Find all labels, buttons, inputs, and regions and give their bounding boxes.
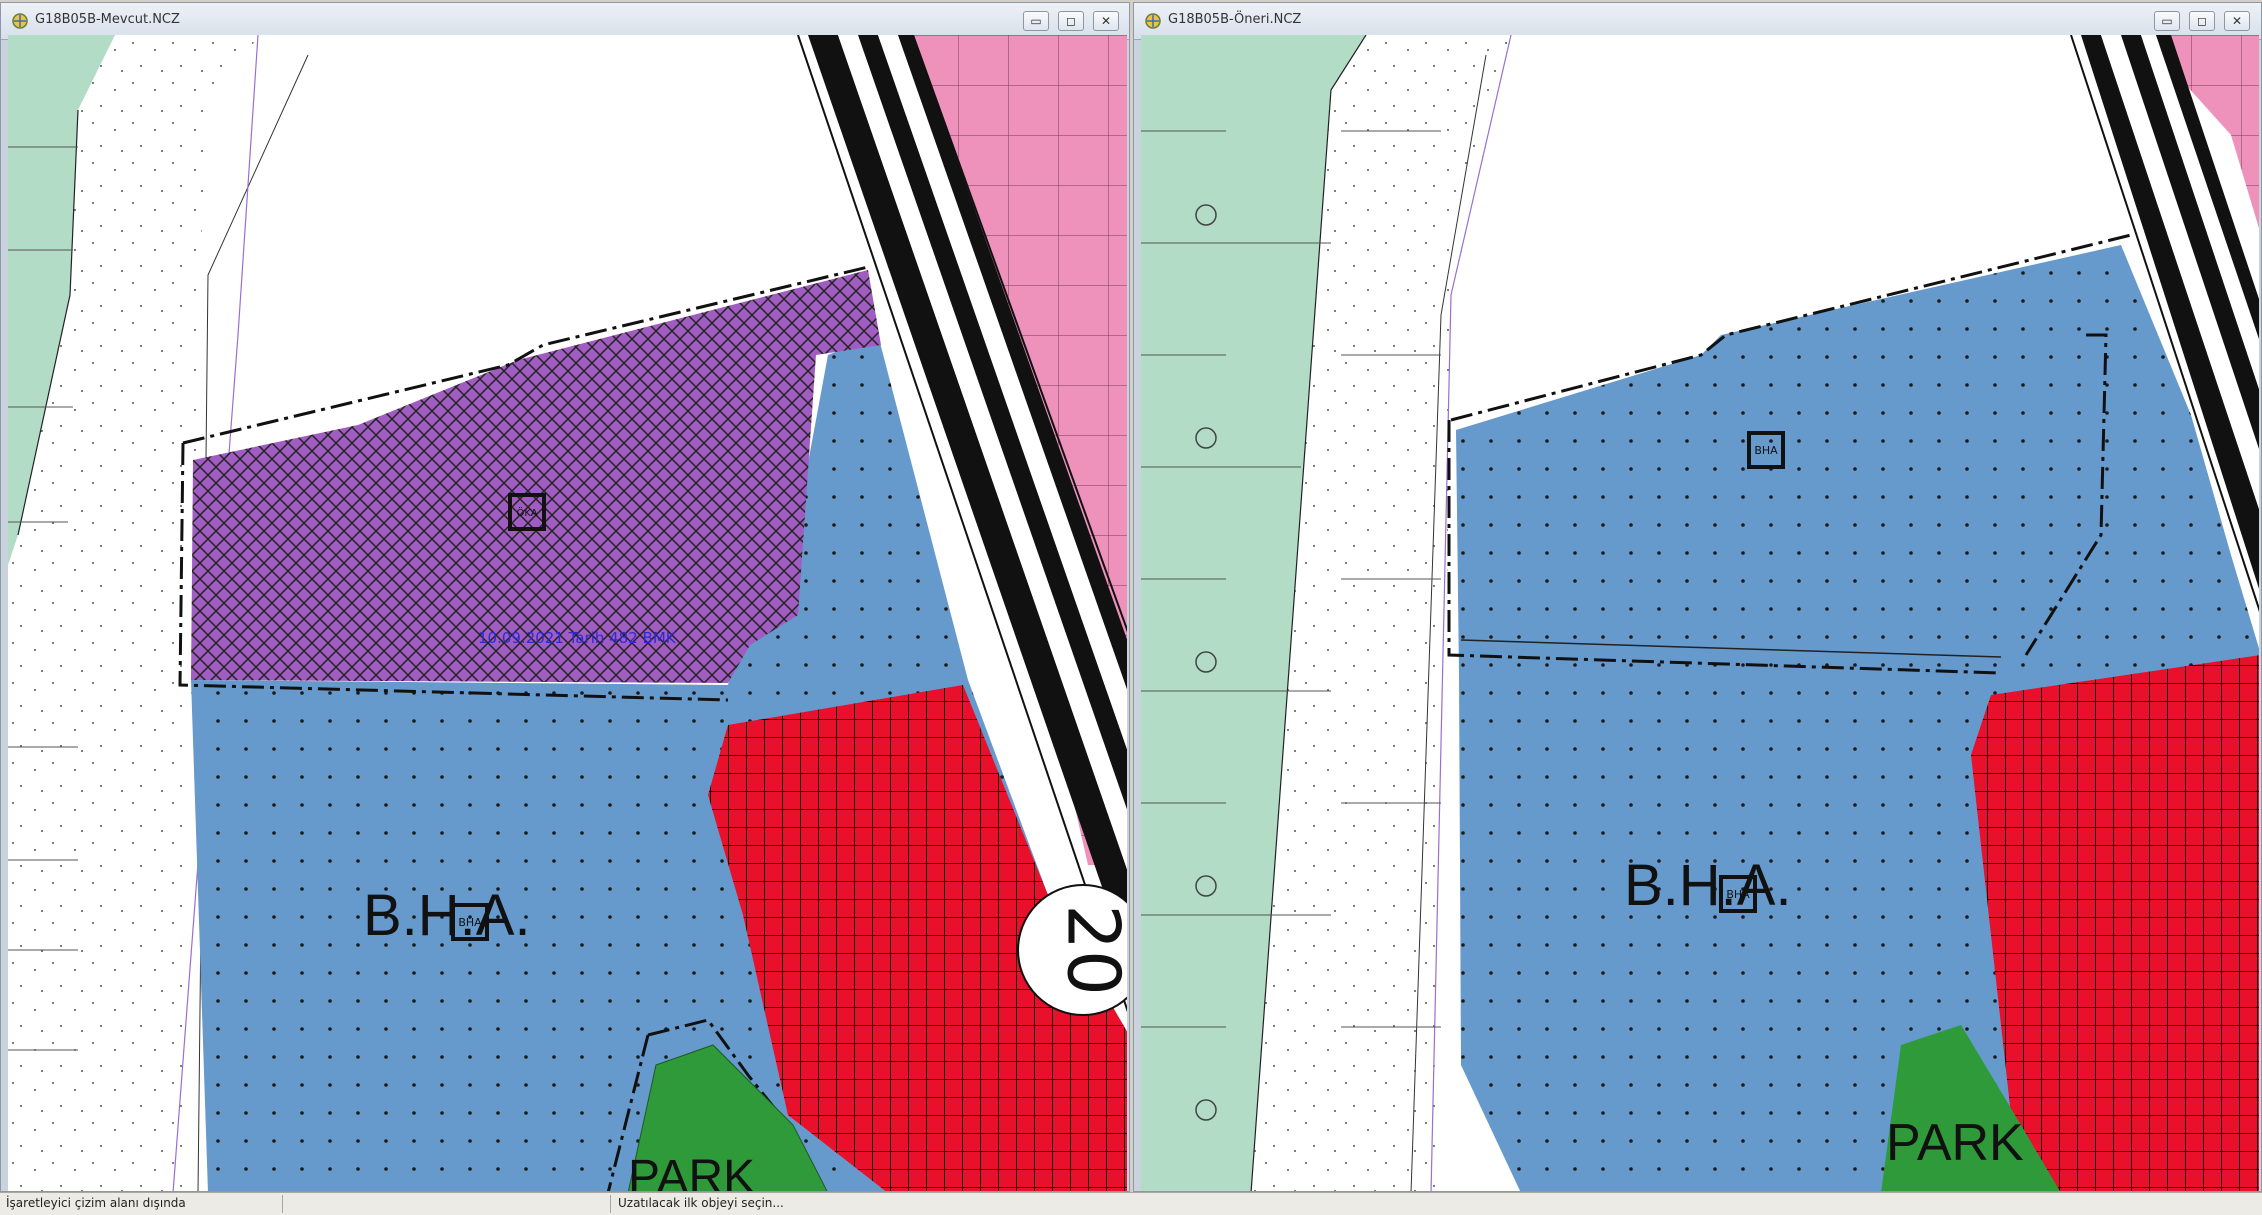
status-left-text: İşaretleyici çizim alanı dışında [6,1196,186,1210]
road-number-label: 20 [1051,904,1127,996]
zone-label-bha: B.H.A. [363,883,531,948]
left-minimize-button[interactable]: ▭ [1023,11,1049,31]
netcad-app-icon [12,13,28,29]
left-maximize-button[interactable]: ◻ [1058,11,1084,31]
left-close-button[interactable]: ✕ [1093,11,1119,31]
right-window-title: G18B05B-Öneri.NCZ [1168,12,1302,27]
status-separator [282,1195,283,1213]
park-label: PARK [1886,1114,2024,1172]
bha-symbol-text: BHA [1726,888,1750,901]
annotation-text: 10.09.2021 Tarih 482 BMK [478,629,677,647]
left-drawing-canvas[interactable]: 20 B.H.A. BHA ÖKA 10.09.2021 Tarih 482 B… [8,35,1127,1191]
left-map-window[interactable]: G18B05B-Mevcut.NCZ ▭ ◻ ✕ 20 B.H.A. BHA Ö… [0,2,1130,1192]
right-minimize-button[interactable]: ▭ [2154,11,2180,31]
hatched-symbol-text: ÖKA [516,506,537,519]
right-maximize-button[interactable]: ◻ [2189,11,2215,31]
red-zone[interactable] [1971,655,2259,1191]
right-map-window[interactable]: G18B05B-Öneri.NCZ ▭ ◻ ✕ BHA B.H.A. BHA P… [1133,2,2262,1192]
right-plan-map: BHA B.H.A. BHA PARK [1141,35,2259,1191]
right-close-button[interactable]: ✕ [2224,11,2250,31]
top-bha-symbol-text: BHA [1754,444,1778,457]
status-separator [610,1195,611,1213]
park-label: PARK [628,1151,755,1191]
status-right-text: Uzatılacak ilk objeyi seçin... [618,1196,784,1210]
left-plan-map: 20 B.H.A. BHA ÖKA 10.09.2021 Tarih 482 B… [8,35,1127,1191]
purple-hatched-zone[interactable] [191,270,881,683]
bha-symbol-text: BHA [458,916,482,929]
zone-label-bha: B.H.A. [1624,853,1792,918]
status-bar: İşaretleyici çizim alanı dışında Uzatıla… [0,1192,2262,1215]
netcad-app-icon [1145,13,1161,29]
right-drawing-canvas[interactable]: BHA B.H.A. BHA PARK [1141,35,2259,1191]
left-window-title: G18B05B-Mevcut.NCZ [35,12,180,27]
